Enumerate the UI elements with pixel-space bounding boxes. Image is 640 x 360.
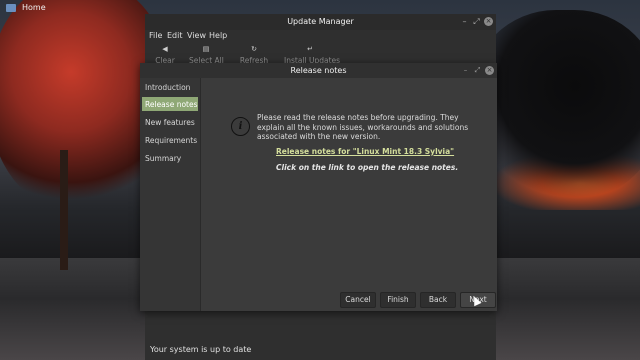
release-notes-link[interactable]: Release notes for "Linux Mint 18.3 Sylvi… — [276, 147, 454, 156]
sidebar-item-label: Requirements — [145, 136, 198, 145]
dialog-minimize-icon[interactable]: – — [461, 66, 470, 75]
desktop-home-label[interactable]: Home — [22, 3, 46, 12]
cancel-button[interactable]: Cancel — [340, 292, 376, 308]
sidebar-item-label: Release notes — [145, 100, 198, 109]
status-text: Your system is up to date — [150, 345, 252, 354]
sidebar-item-release-notes[interactable]: Release notes — [142, 97, 198, 111]
dialog-maximize-icon[interactable]: ⤢ — [473, 66, 482, 75]
install-icon: ↵ — [307, 45, 313, 53]
sidebar-item-requirements[interactable]: Requirements — [142, 133, 198, 147]
dialog-title: Release notes — [290, 66, 347, 75]
wizard-sidebar: Introduction Release notes New features … — [140, 78, 201, 311]
eraser-icon: ◀ — [162, 45, 168, 53]
finish-button[interactable]: Finish — [380, 292, 416, 308]
menu-bar: File Edit View Help — [145, 30, 496, 42]
update-manager-titlebar[interactable]: Update Manager – ⤢ × — [145, 14, 496, 30]
minimize-icon[interactable]: – — [460, 17, 469, 26]
sidebar-item-label: New features — [145, 118, 195, 127]
dialog-titlebar[interactable]: Release notes – ⤢ × — [140, 63, 497, 78]
release-notes-content: i Please read the release notes before u… — [201, 78, 497, 311]
tree-trunk — [60, 150, 68, 270]
menu-file[interactable]: File — [149, 31, 162, 40]
home-folder-icon[interactable] — [6, 4, 16, 12]
menu-view[interactable]: View — [187, 31, 206, 40]
sidebar-item-label: Summary — [145, 154, 182, 163]
menu-help[interactable]: Help — [209, 31, 227, 40]
sidebar-item-label: Introduction — [145, 83, 191, 92]
hint-text: Click on the link to open the release no… — [276, 163, 459, 172]
dialog-close-icon[interactable]: × — [485, 66, 494, 75]
refresh-icon: ↻ — [251, 45, 257, 53]
maximize-icon[interactable]: ⤢ — [472, 17, 481, 26]
update-manager-title: Update Manager — [287, 17, 354, 26]
sidebar-item-introduction[interactable]: Introduction — [142, 80, 198, 94]
status-bar: Your system is up to date — [145, 340, 496, 360]
close-icon[interactable]: × — [484, 17, 493, 26]
document-icon: ▤ — [202, 45, 210, 53]
info-icon: i — [231, 117, 250, 136]
release-notes-dialog: Release notes – ⤢ × Introduction Release… — [140, 63, 497, 311]
sidebar-item-new-features[interactable]: New features — [142, 115, 198, 129]
sidebar-item-summary[interactable]: Summary — [142, 151, 198, 165]
back-button[interactable]: Back — [420, 292, 456, 308]
info-text: Please read the release notes before upg… — [257, 113, 469, 141]
menu-edit[interactable]: Edit — [167, 31, 183, 40]
